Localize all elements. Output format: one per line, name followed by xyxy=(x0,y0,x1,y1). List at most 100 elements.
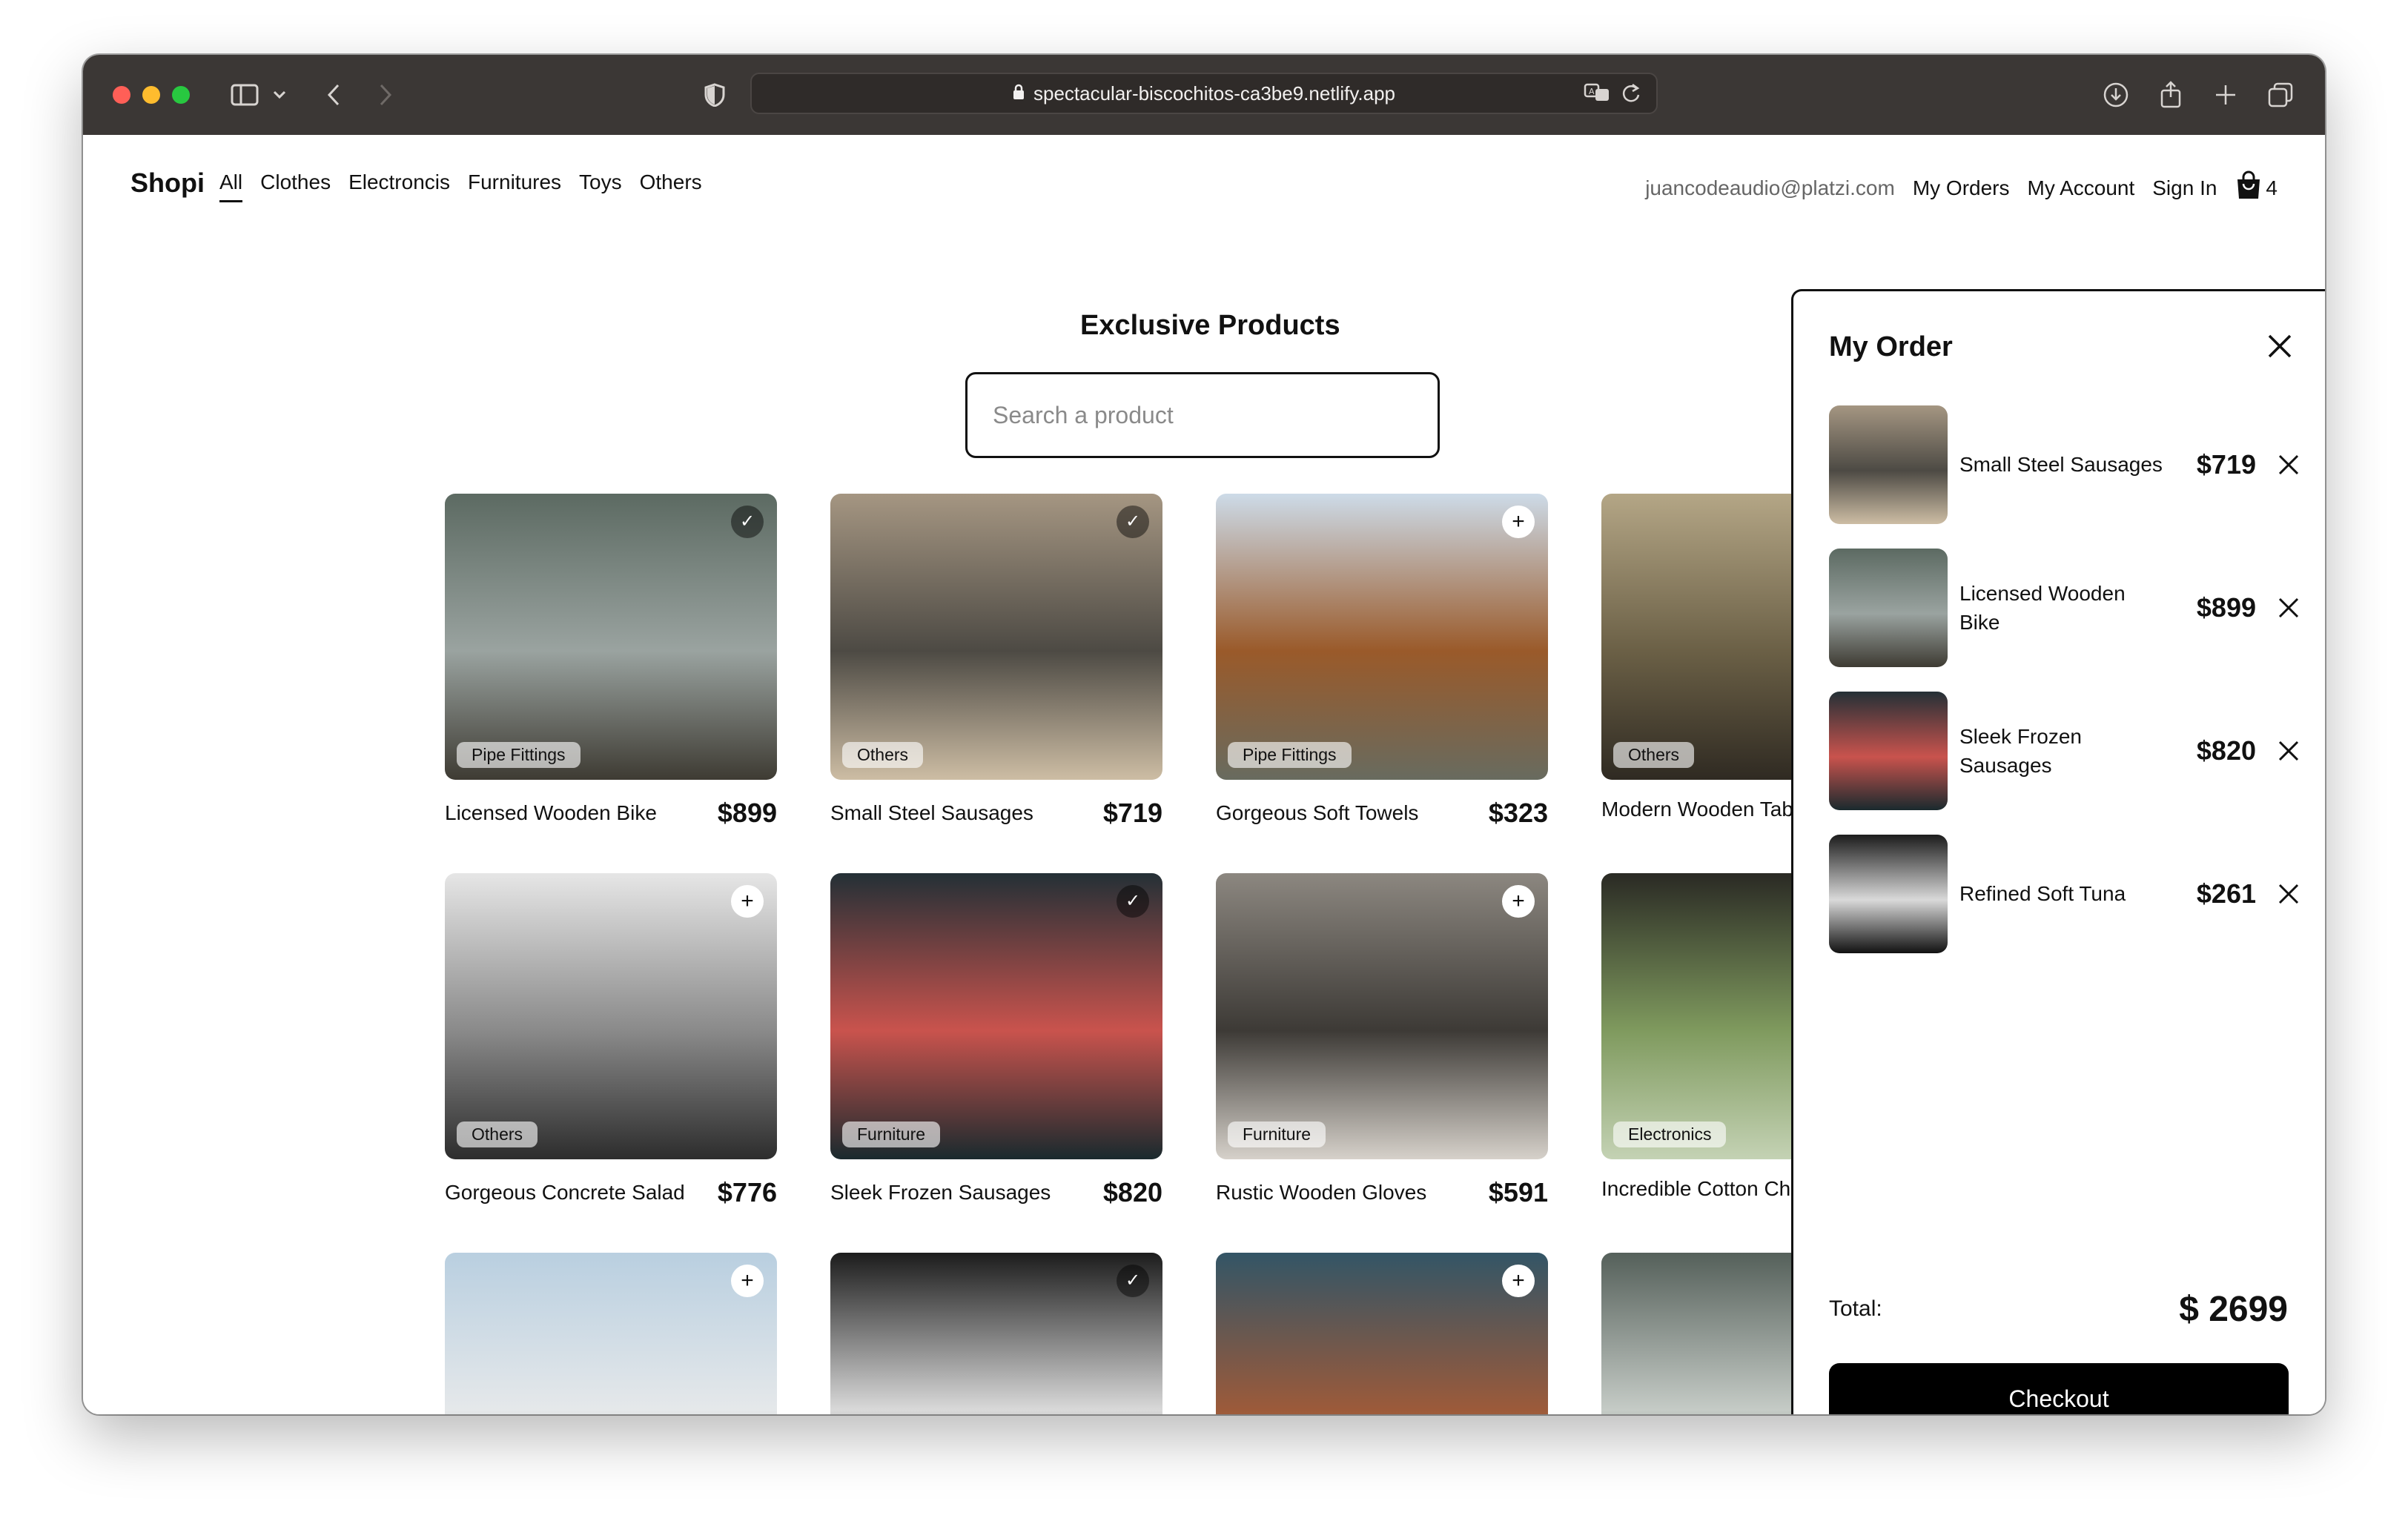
category-badge: Others xyxy=(457,1122,538,1147)
nav-category-all[interactable]: All xyxy=(219,170,243,202)
nav-category-furnitures[interactable]: Furnitures xyxy=(468,170,561,202)
product-name: Small Steel Sausages xyxy=(830,801,1033,824)
product-name: Modern Wooden Table xyxy=(1601,798,1810,821)
privacy-shield-icon[interactable] xyxy=(700,77,730,113)
product-card[interactable]: Furniture ✓ Sleek Frozen Sausages $820 xyxy=(830,873,1162,1208)
remove-item-icon[interactable] xyxy=(2274,835,2303,953)
add-to-cart-icon[interactable]: + xyxy=(1502,885,1535,918)
product-image[interactable]: + xyxy=(445,1253,777,1414)
product-card[interactable]: + xyxy=(1216,1253,1548,1414)
remove-item-icon[interactable] xyxy=(2274,549,2303,667)
product-image[interactable]: Pipe Fittings ✓ xyxy=(445,494,777,780)
product-name: Incredible Cotton Chair xyxy=(1601,1177,1814,1200)
remove-item-icon[interactable] xyxy=(2274,692,2303,810)
product-image[interactable]: Furniture ✓ xyxy=(830,873,1162,1159)
product-price: $899 xyxy=(717,798,777,828)
product-card[interactable]: + xyxy=(445,1253,777,1414)
product-price: $591 xyxy=(1488,1177,1548,1207)
tab-overview-icon[interactable] xyxy=(2264,77,2297,113)
product-meta: Gorgeous Concrete Salad $776 xyxy=(445,1177,777,1208)
add-to-cart-icon[interactable]: + xyxy=(1502,506,1535,538)
order-item-name: Refined Soft Tuna xyxy=(1959,882,2126,906)
address-bar[interactable]: spectacular-biscochitos-ca3be9.netlify.a… xyxy=(750,73,1658,114)
close-icon[interactable] xyxy=(2267,330,2292,365)
cart-button[interactable]: 4 xyxy=(2235,170,2278,205)
minimize-window-button[interactable] xyxy=(142,86,160,104)
close-window-button[interactable] xyxy=(113,86,130,104)
category-badge: Furniture xyxy=(842,1122,941,1147)
product-card[interactable]: Pipe Fittings + Gorgeous Soft Towels $323 xyxy=(1216,494,1548,829)
order-item-name: Small Steel Sausages xyxy=(1959,453,2163,477)
sidebar-toggle-icon[interactable] xyxy=(227,77,262,113)
zoom-window-button[interactable] xyxy=(172,86,190,104)
nav-category-others[interactable]: Others xyxy=(640,170,702,202)
product-image[interactable]: Others ✓ xyxy=(830,494,1162,780)
search-input[interactable] xyxy=(965,372,1440,458)
account-nav: juancodeaudio@platzi.com My Orders My Ac… xyxy=(1645,170,2278,205)
check-icon[interactable]: ✓ xyxy=(1117,1265,1149,1297)
brand-logo[interactable]: Shopi xyxy=(130,168,205,199)
my-orders-link[interactable]: My Orders xyxy=(1913,176,2010,200)
svg-text:A: A xyxy=(1589,87,1595,96)
order-item: Refined Soft Tuna $261 xyxy=(1829,835,2303,953)
add-to-cart-icon[interactable]: + xyxy=(1502,1265,1535,1297)
forward-icon[interactable] xyxy=(371,77,400,113)
order-item-price: $261 xyxy=(2196,878,2256,909)
back-icon[interactable] xyxy=(319,77,348,113)
product-grid: Pipe Fittings ✓ Licensed Wooden Bike $899 Ot… xyxy=(445,494,1934,1414)
sign-in-link[interactable]: Sign In xyxy=(2152,176,2217,200)
product-meta: Licensed Wooden Bike $899 xyxy=(445,798,777,829)
order-panel-title: My Order xyxy=(1829,331,1953,362)
category-nav: All Clothes Electroncis Furnitures Toys … xyxy=(219,170,702,202)
category-badge: Others xyxy=(1613,742,1695,768)
product-image[interactable]: Furniture + xyxy=(1216,873,1548,1159)
nav-category-electronics[interactable]: Electroncis xyxy=(348,170,450,202)
order-item-price: $719 xyxy=(2196,449,2256,480)
product-name: Sleek Frozen Sausages xyxy=(830,1181,1051,1204)
order-item-price: $899 xyxy=(2196,592,2256,623)
order-item-thumbnail xyxy=(1829,549,1948,667)
order-item-price: $820 xyxy=(2196,735,2256,766)
downloads-icon[interactable] xyxy=(2100,77,2132,113)
my-account-link[interactable]: My Account xyxy=(2028,176,2135,200)
product-card[interactable]: Others ✓ Small Steel Sausages $719 xyxy=(830,494,1162,829)
order-item: Sleek Frozen Sausages $820 xyxy=(1829,692,2303,810)
remove-item-icon[interactable] xyxy=(2274,405,2303,524)
product-image[interactable]: ✓ xyxy=(830,1253,1162,1414)
translate-icon[interactable]: A xyxy=(1584,82,1610,109)
url-text: spectacular-biscochitos-ca3be9.netlify.a… xyxy=(1033,82,1395,105)
product-image[interactable]: Pipe Fittings + xyxy=(1216,494,1548,780)
new-tab-icon[interactable] xyxy=(2209,77,2242,113)
product-card[interactable]: Furniture + Rustic Wooden Gloves $591 xyxy=(1216,873,1548,1208)
category-badge: Furniture xyxy=(1228,1122,1326,1147)
order-item-name: Licensed Wooden Bike xyxy=(1959,581,2126,634)
product-meta: Sleek Frozen Sausages $820 xyxy=(830,1177,1162,1208)
check-icon[interactable]: ✓ xyxy=(1117,506,1149,538)
nav-category-toys[interactable]: Toys xyxy=(579,170,622,202)
product-image[interactable]: Others + xyxy=(445,873,777,1159)
product-card[interactable]: Others + Gorgeous Concrete Salad $776 xyxy=(445,873,777,1208)
share-icon[interactable] xyxy=(2154,77,2187,113)
add-to-cart-icon[interactable]: + xyxy=(731,885,764,918)
product-image[interactable]: + xyxy=(1216,1253,1548,1414)
check-icon[interactable]: ✓ xyxy=(731,506,764,538)
chevron-down-icon[interactable] xyxy=(268,77,291,113)
category-badge: Others xyxy=(842,742,924,768)
order-item-thumbnail xyxy=(1829,405,1948,524)
product-price: $820 xyxy=(1102,1177,1162,1207)
check-icon[interactable]: ✓ xyxy=(1117,885,1149,918)
order-item: Licensed Wooden Bike $899 xyxy=(1829,549,2303,667)
checkout-button[interactable]: Checkout xyxy=(1829,1363,2289,1414)
reload-icon[interactable] xyxy=(1621,82,1641,109)
order-item: Small Steel Sausages $719 xyxy=(1829,405,2303,524)
product-meta: Rustic Wooden Gloves $591 xyxy=(1216,1177,1548,1208)
add-to-cart-icon[interactable]: + xyxy=(731,1265,764,1297)
nav-category-clothes[interactable]: Clothes xyxy=(260,170,331,202)
product-name: Rustic Wooden Gloves xyxy=(1216,1181,1427,1204)
product-name: Gorgeous Soft Towels xyxy=(1216,801,1419,824)
product-card[interactable]: ✓ xyxy=(830,1253,1162,1414)
page-title: Exclusive Products xyxy=(1080,310,1340,341)
product-meta: Gorgeous Soft Towels $323 xyxy=(1216,798,1548,829)
product-card[interactable]: Pipe Fittings ✓ Licensed Wooden Bike $899 xyxy=(445,494,777,829)
shopping-bag-icon xyxy=(2235,170,2263,205)
